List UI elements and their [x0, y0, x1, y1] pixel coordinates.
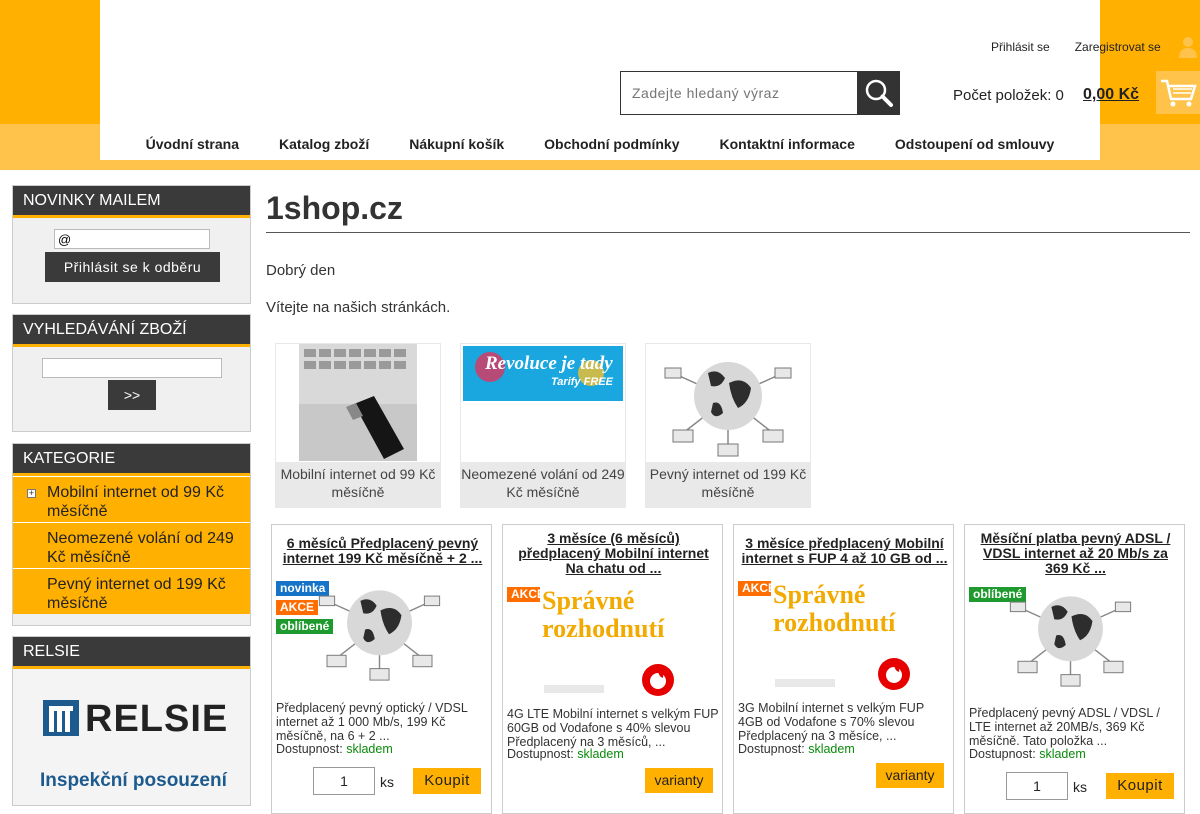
promo-banner-image: Revoluce je tady Tarify FREE [461, 344, 625, 461]
page-title: 1shop.cz [266, 190, 403, 226]
tile-unlimited-calls[interactable]: Revoluce je tady Tarify FREE Neomezené v… [460, 343, 626, 508]
globe-network-image [646, 344, 810, 461]
search-button[interactable] [857, 71, 900, 115]
availability-value: skladem [1039, 747, 1086, 761]
product-card: 6 měsíců Předplacený pevný internet 199 … [271, 524, 492, 814]
search-icon [865, 79, 893, 107]
usb-modem-image [276, 344, 440, 461]
tile-fixed-internet[interactable]: Pevný internet od 199 Kč měsíčně [645, 343, 811, 508]
product-search-button[interactable]: >> [108, 380, 156, 410]
nav-withdrawal[interactable]: Odstoupení od smlouvy [895, 136, 1054, 152]
cart-item-count: Počet položek: 0 [953, 87, 1064, 104]
newsletter-email-input[interactable] [54, 229, 210, 249]
product-card: Měsíční platba pevný ADSL / VDSL interne… [964, 524, 1185, 814]
badge-sale: AKCE [276, 600, 319, 615]
expand-icon[interactable]: + [27, 489, 36, 498]
relsie-logo-icon [43, 700, 79, 736]
newsletter-subscribe-button[interactable]: Přihlásit se k odběru [45, 252, 220, 282]
greeting-text: Dobrý den [266, 262, 336, 279]
buy-button[interactable]: Koupit [1106, 773, 1174, 799]
quantity-input[interactable]: 1 [313, 767, 375, 795]
availability: Dostupnost: skladem [276, 742, 393, 756]
quantity-unit: ks [1073, 779, 1087, 795]
account-links: Přihlásit se Zaregistrovat se [991, 40, 1161, 54]
product-search-title: VYHLEDÁVÁNÍ ZBOŽÍ [13, 315, 250, 347]
login-link[interactable]: Přihlásit se [991, 40, 1050, 54]
product-description: Předplacený pevný optický / VDSL interne… [276, 701, 468, 743]
vodafone-card-strip [544, 685, 604, 693]
product-image[interactable]: Správné rozhodnutí [540, 587, 680, 697]
product-description: 3G Mobilní internet s velkým FUP 4GB od … [738, 701, 924, 743]
categories-box: KATEGORIE + Mobilní internet od 99 Kč mě… [12, 443, 251, 626]
partner-tagline: Inspekční posouzení [40, 770, 227, 791]
partner-logo-area[interactable]: RELSIE Inspekční posouzení [13, 670, 250, 805]
banner-subline: Tarify FREE [551, 376, 613, 388]
search-input[interactable] [620, 71, 858, 115]
partner-logo-text: RELSIE [85, 698, 229, 740]
tile-caption: Neomezené volání od 249 Kč měsíčně [461, 462, 625, 508]
category-item-mobile-internet[interactable]: + Mobilní internet od 99 Kč měsíčně [13, 476, 250, 522]
product-card: 3 měsíce předplacený Mobilní internet s … [733, 524, 954, 814]
tile-caption: Mobilní internet od 99 Kč měsíčně [276, 462, 440, 508]
variants-button[interactable]: varianty [645, 768, 713, 793]
nav-catalog[interactable]: Katalog zboží [279, 136, 369, 152]
vodafone-logo-icon [642, 664, 674, 696]
promo-text: Správné rozhodnutí [542, 586, 665, 643]
quantity-input[interactable]: 1 [1006, 772, 1068, 800]
nav-terms[interactable]: Obchodní podmínky [544, 136, 679, 152]
availability-value: skladem [808, 742, 855, 756]
tile-caption: Pevný internet od 199 Kč měsíčně [646, 462, 810, 508]
register-link[interactable]: Zaregistrovat se [1075, 40, 1161, 54]
availability: Dostupnost: skladem [507, 747, 624, 761]
title-divider [266, 232, 1190, 233]
product-image[interactable]: Správné rozhodnutí [771, 581, 911, 693]
availability-value: skladem [577, 747, 624, 761]
nav-home[interactable]: Úvodní strana [146, 136, 239, 152]
nav-contact[interactable]: Kontaktní informace [720, 136, 855, 152]
welcome-text: Vítejte na našich stránkách. [266, 299, 451, 316]
cart-total-link[interactable]: 0,00 Kč [1083, 86, 1139, 104]
product-title-link[interactable]: 6 měsíců Předplacený pevný internet 199 … [278, 536, 487, 566]
tile-mobile-internet[interactable]: Mobilní internet od 99 Kč měsíčně [275, 343, 441, 508]
availability-label: Dostupnost: [738, 742, 805, 756]
vodafone-card-strip [775, 679, 835, 687]
product-image[interactable] [317, 577, 442, 682]
product-title-link[interactable]: Měsíční platba pevný ADSL / VDSL interne… [971, 531, 1180, 576]
product-card: 3 měsíce (6 měsíců) předplacený Mobilní … [502, 524, 723, 814]
categories-title: KATEGORIE [13, 444, 250, 476]
product-search-box: VYHLEDÁVÁNÍ ZBOŽÍ >> [12, 314, 251, 432]
availability: Dostupnost: skladem [969, 747, 1086, 761]
promo-text: Správné rozhodnutí [773, 580, 896, 637]
variants-button[interactable]: varianty [876, 763, 944, 788]
cart-icon[interactable] [1156, 71, 1200, 114]
partner-box: RELSIE RELSIE Inspekční posouzení [12, 636, 251, 806]
product-description: Předplacený pevný ADSL / VDSL / LTE inte… [969, 706, 1160, 748]
newsletter-box: NOVINKY MAILEM Přihlásit se k odběru [12, 185, 251, 304]
availability-label: Dostupnost: [276, 742, 343, 756]
availability: Dostupnost: skladem [738, 742, 855, 756]
category-label: Mobilní internet od 99 Kč měsíčně [47, 484, 224, 520]
newsletter-title: NOVINKY MAILEM [13, 186, 250, 218]
product-image[interactable] [1008, 583, 1133, 688]
category-label: Neomezené volání od 249 Kč měsíčně [47, 530, 234, 566]
buy-button[interactable]: Koupit [413, 768, 481, 794]
partner-title: RELSIE [13, 637, 250, 669]
category-item-unlimited-calls[interactable]: Neomezené volání od 249 Kč měsíčně [13, 522, 250, 568]
category-label: Pevný internet od 199 Kč měsíčně [47, 576, 226, 612]
product-title-link[interactable]: 3 měsíce (6 měsíců) předplacený Mobilní … [509, 531, 718, 576]
category-item-fixed-internet[interactable]: Pevný internet od 199 Kč měsíčně [13, 568, 250, 614]
user-icon[interactable] [1178, 36, 1198, 58]
availability-label: Dostupnost: [507, 747, 574, 761]
product-description: 4G LTE Mobilní internet s velkým FUP 60G… [507, 707, 719, 749]
nav-cart[interactable]: Nákupní košík [409, 136, 504, 152]
availability-label: Dostupnost: [969, 747, 1036, 761]
main-nav: Úvodní strana Katalog zboží Nákupní koší… [100, 136, 1100, 152]
banner-headline: Revoluce je tady [485, 353, 613, 374]
product-title-link[interactable]: 3 měsíce předplacený Mobilní internet s … [740, 536, 949, 566]
vodafone-logo-icon [878, 658, 910, 690]
product-search-input[interactable] [42, 358, 222, 378]
quantity-unit: ks [380, 774, 394, 790]
availability-value: skladem [346, 742, 393, 756]
